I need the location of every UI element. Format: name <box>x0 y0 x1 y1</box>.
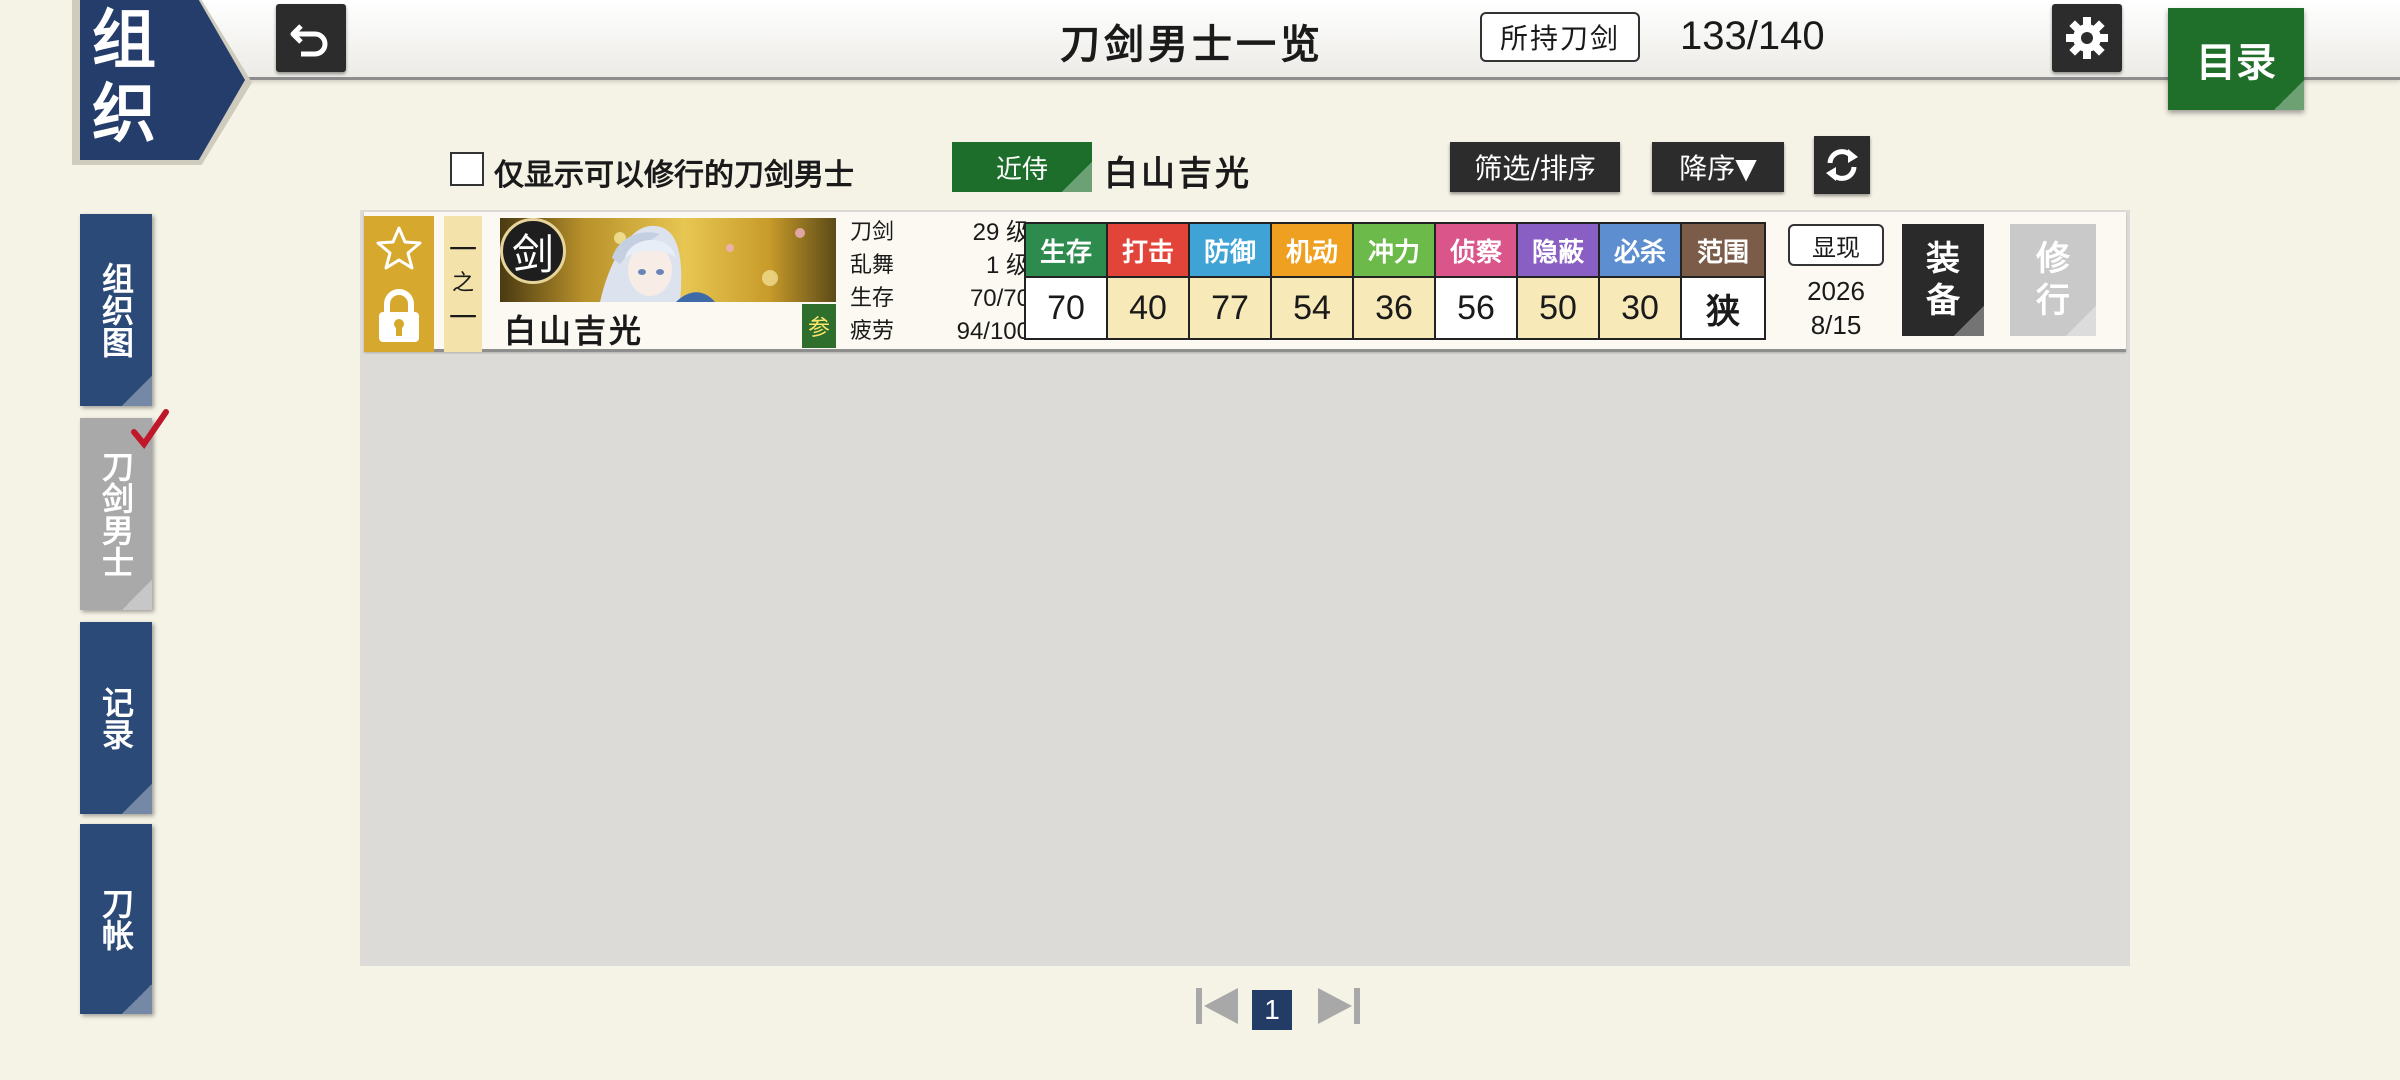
train-label-char: 行 <box>2036 281 2070 321</box>
stat-column: 必杀 30 <box>1600 224 1682 338</box>
stat-value: 狭 <box>1682 278 1764 338</box>
back-button[interactable] <box>276 4 346 72</box>
trainable-only-label[interactable]: 仅显示可以修行的刀剑男士 <box>494 150 854 194</box>
manifest-day: 8/15 <box>1810 310 1862 340</box>
stat-label: 侦察 <box>1436 224 1516 278</box>
stat-value: 50 <box>1518 278 1598 338</box>
stat-table: 生存 70 打击 40 防御 77 机动 54 冲力 36 侦察 56 隐蔽 50 必杀 30 范围狭 <box>1024 222 1766 340</box>
sword-info: 刀剑 29 级 乱舞 1 级 生存 70/70 疲劳 94/100 <box>850 216 1030 352</box>
stat-label: 隐蔽 <box>1518 224 1598 278</box>
team-char: 一 <box>448 301 477 334</box>
stat-label: 打击 <box>1108 224 1188 278</box>
stat-column: 范围狭 <box>1682 224 1764 338</box>
current-page[interactable]: 1 <box>1252 990 1292 1030</box>
section-title: 组织 <box>92 3 158 152</box>
stat-value: 40 <box>1108 278 1188 338</box>
rank-badge: 参 <box>802 304 836 348</box>
info-row-sword-level: 刀剑 29 级 <box>850 216 1030 249</box>
sidebar-item-label: 记录 <box>97 686 135 750</box>
prev-page-icon[interactable] <box>1196 986 1240 1026</box>
stat-value: 77 <box>1190 278 1270 338</box>
attendant-name: 白山吉光 <box>1104 154 1252 194</box>
manifest-label: 显现 <box>1788 224 1884 266</box>
lock-column <box>364 216 434 352</box>
stat-column: 侦察 56 <box>1436 224 1518 338</box>
stat-column: 生存 70 <box>1026 224 1108 338</box>
sword-type-badge: 剑 <box>500 218 566 284</box>
stat-label: 必杀 <box>1600 224 1680 278</box>
gear-icon <box>2066 17 2108 59</box>
stat-value: 56 <box>1436 278 1516 338</box>
owned-swords-count: 133/140 <box>1680 14 1825 58</box>
team-char: 一 <box>448 233 477 266</box>
menu-button[interactable]: 目录 <box>2168 8 2304 110</box>
manifest-date: 2026 8/15 <box>1788 274 1884 342</box>
favorite-star-icon[interactable] <box>376 225 422 271</box>
refresh-icon <box>1826 149 1858 181</box>
info-value: 70/70 <box>969 285 1030 312</box>
stat-label: 冲力 <box>1354 224 1434 278</box>
info-label: 疲劳 <box>850 319 895 344</box>
train-button[interactable]: 修 行 <box>2010 224 2096 336</box>
stat-label: 生存 <box>1026 224 1106 278</box>
refresh-button[interactable] <box>1814 136 1870 194</box>
equip-button[interactable]: 装 备 <box>1902 224 1984 336</box>
team-indicator: 一 之 一 <box>444 216 482 352</box>
stat-label: 机动 <box>1272 224 1352 278</box>
sidebar-item-records[interactable]: 记录 <box>80 622 152 814</box>
stat-value: 36 <box>1354 278 1434 338</box>
stat-label: 防御 <box>1190 224 1270 278</box>
info-value: 94/100 <box>956 318 1030 345</box>
attendant-badge: 近侍 <box>952 142 1092 192</box>
info-label: 生存 <box>850 286 895 311</box>
stat-column: 防御 77 <box>1190 224 1272 338</box>
sword-name: 白山吉光 <box>504 312 645 350</box>
trainable-only-checkbox[interactable] <box>450 152 484 186</box>
checkmark-icon <box>131 409 169 449</box>
sword-card[interactable]: 一 之 一 剑 白山吉光 参 刀剑 29 级 乱舞 1 级 生存 70/70 疲… <box>364 212 2126 352</box>
stat-column: 冲力 36 <box>1354 224 1436 338</box>
info-label: 刀剑 <box>850 220 895 245</box>
page-title: 刀剑男士一览 <box>1060 21 1324 68</box>
stat-label: 范围 <box>1682 224 1764 278</box>
manifest-year: 2026 <box>1807 276 1865 306</box>
equip-label-char: 备 <box>1926 281 1960 321</box>
stat-column: 机动 54 <box>1272 224 1354 338</box>
sidebar-item-label: 刀帐 <box>97 887 135 951</box>
sidebar-item-label: 刀剑男士 <box>97 450 135 578</box>
stat-value: 70 <box>1026 278 1106 338</box>
info-row-fatigue: 疲劳 94/100 <box>850 315 1030 348</box>
sidebar-item-label: 组织图 <box>97 262 135 358</box>
info-value: 29 级 <box>972 219 1030 246</box>
team-char: 之 <box>451 271 474 296</box>
info-row-ranbu-level: 乱舞 1 级 <box>850 249 1030 282</box>
sort-order-button[interactable]: 降序▼ <box>1652 142 1784 192</box>
settings-button[interactable] <box>2052 4 2122 72</box>
owned-swords-label: 所持刀剑 <box>1480 12 1640 62</box>
next-page-icon[interactable] <box>1316 986 1360 1026</box>
filter-sort-button[interactable]: 筛选/排序 <box>1450 142 1620 192</box>
stat-column: 隐蔽 50 <box>1518 224 1600 338</box>
sidebar-item-org-chart[interactable]: 组织图 <box>80 214 152 406</box>
info-row-hp: 生存 70/70 <box>850 282 1030 315</box>
stat-value: 30 <box>1600 278 1680 338</box>
stat-column: 打击 40 <box>1108 224 1190 338</box>
equip-label-char: 装 <box>1926 239 1960 279</box>
stat-value: 54 <box>1272 278 1352 338</box>
back-arrow-icon <box>290 24 328 57</box>
train-label-char: 修 <box>2036 239 2070 279</box>
lock-icon[interactable] <box>375 288 423 344</box>
info-label: 乱舞 <box>850 253 895 278</box>
sidebar-item-sword-book[interactable]: 刀帐 <box>80 824 152 1014</box>
